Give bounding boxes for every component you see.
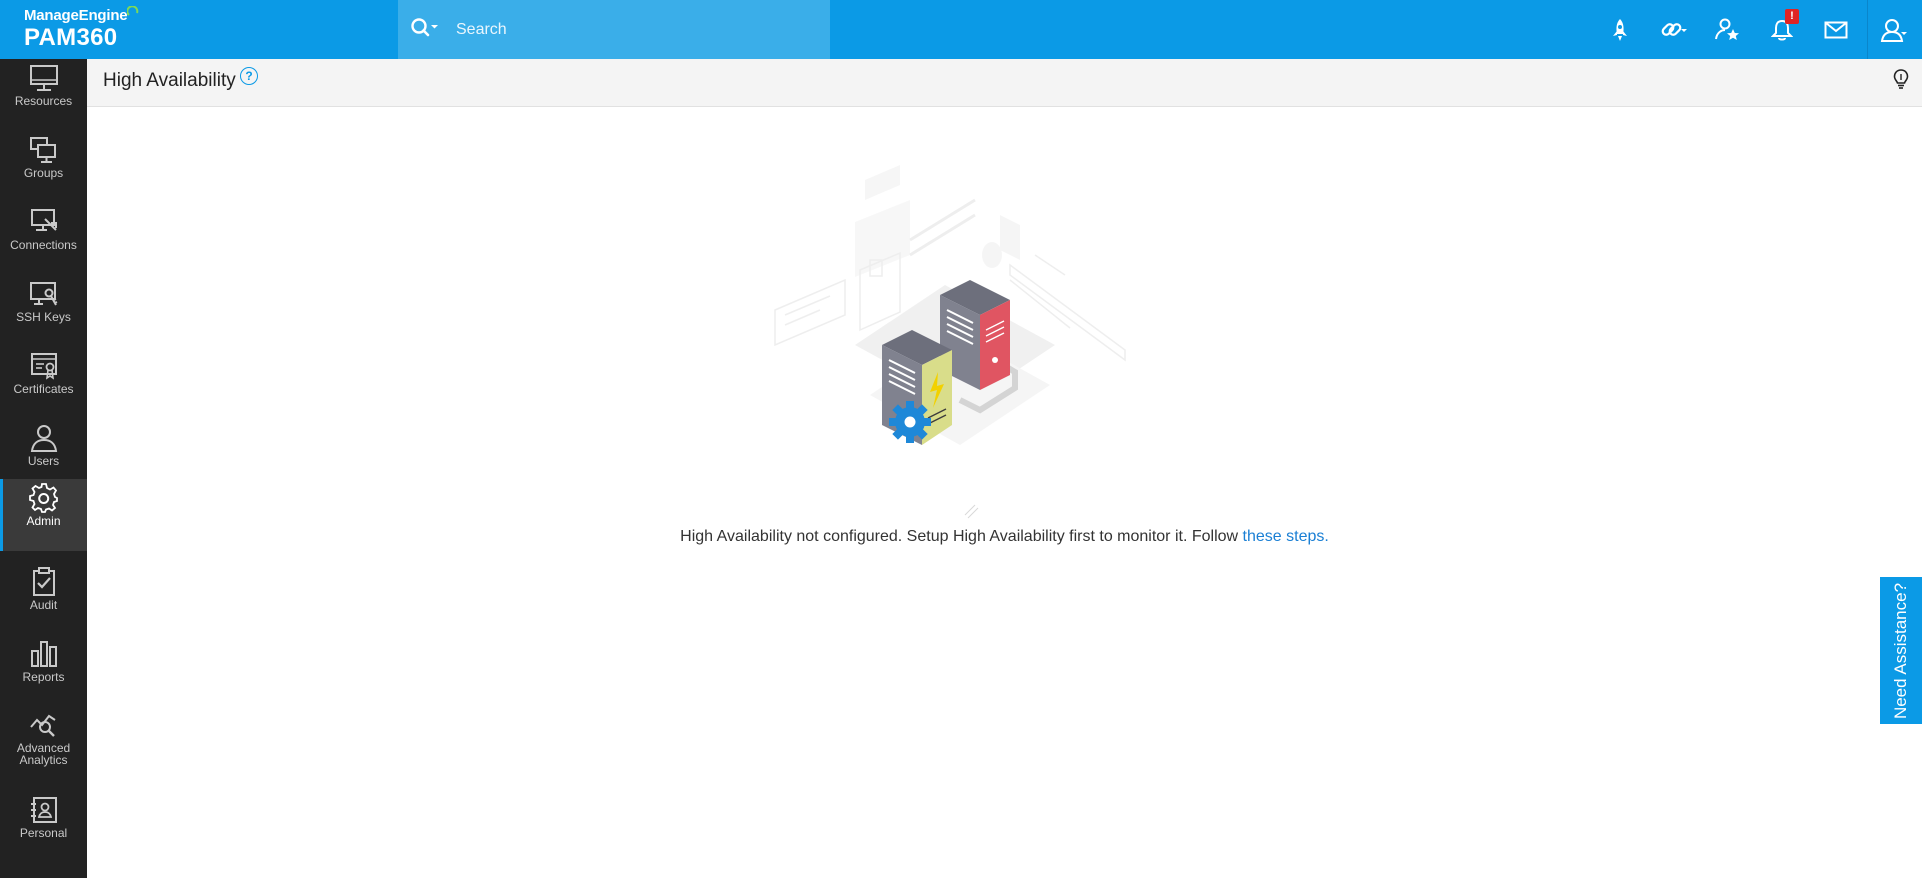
personal-icon [31,797,57,823]
monitor-icon [30,65,58,91]
groups-icon [30,137,56,163]
favorites-button[interactable] [1702,0,1754,59]
rocket-icon [1613,18,1627,41]
sidebar-item-label: SSH Keys [16,310,71,324]
top-bar: ManageEngine PAM360 Search ! [0,0,1922,59]
connections-icon [31,209,57,231]
app-logo[interactable]: ManageEngine PAM360 [24,6,139,51]
gear-icon [29,483,58,513]
sidebar-item-reports[interactable]: Reports [0,635,87,707]
sidebar-item-personal[interactable]: Personal [0,791,87,863]
sidebar-item-resources[interactable]: Resources [0,59,87,131]
company-name: ManageEngine [24,7,128,24]
links-button[interactable] [1648,0,1700,59]
high-availability-illustration [774,165,1126,519]
search-input[interactable] [454,18,798,42]
star-user-icon [1715,18,1739,40]
lightbulb-icon[interactable] [1892,68,1910,90]
sidebar-item-label: Reports [22,670,65,684]
sidebar-item-label: Admin [26,514,61,528]
sidebar-item-label: Resources [14,94,73,108]
sidebar-item-advanced-analytics[interactable]: Advanced Analytics [0,707,87,791]
user-profile-button[interactable] [1868,0,1920,59]
mail-icon [1824,21,1848,38]
sidebar-item-certificates[interactable]: Certificates [0,347,87,419]
search-box[interactable] [398,0,830,59]
notification-badge: ! [1785,9,1799,24]
sidebar-item-label: Personal [19,826,68,840]
sidebar-item-groups[interactable]: Groups [0,131,87,203]
bar-chart-icon [31,641,57,667]
sidebar-item-label: Audit [29,598,58,612]
quick-start-button[interactable] [1594,0,1646,59]
notifications-button[interactable]: ! [1756,0,1808,59]
sidebar-item-label: Groups [23,166,64,180]
sidebar-item-label-line2: Analytics [19,753,68,767]
user-icon [1880,18,1907,42]
sidebar-item-admin[interactable]: Admin [0,479,87,551]
messages-button[interactable] [1810,0,1862,59]
link-icon [1661,22,1687,36]
sidebar-item-label: Certificates [13,382,74,396]
sidebar-item-audit[interactable]: Audit [0,563,87,635]
empty-state-message: High Availability not configured. Setup … [87,528,1922,546]
these-steps-link[interactable]: these steps [1243,528,1325,545]
page-title: High Availability [103,70,236,91]
sidebar: Resources Groups Connections SSH Keys Ce… [0,59,87,878]
certificate-icon [31,353,57,380]
users-icon [30,425,58,452]
help-icon[interactable]: ? [240,67,258,85]
clipboard-check-icon [33,567,55,596]
search-icon[interactable] [410,17,440,39]
logo-arc-icon [127,6,139,16]
sidebar-item-ssh-keys[interactable]: SSH Keys [0,275,87,347]
message-text: High Availability not configured. Setup … [680,528,1243,545]
need-assistance-label: Need Assistance? [1891,582,1910,719]
sidebar-item-label: Users [27,454,60,468]
page-header: High Availability ? [87,59,1922,107]
product-name: PAM360 [24,24,118,51]
need-assistance-tab[interactable]: Need Assistance? [1880,577,1922,724]
analytics-icon [30,714,56,737]
ssh-key-icon [30,282,58,306]
sidebar-item-label: Connections [10,238,77,252]
sidebar-item-connections[interactable]: Connections [0,203,87,275]
message-suffix: . [1324,528,1329,545]
